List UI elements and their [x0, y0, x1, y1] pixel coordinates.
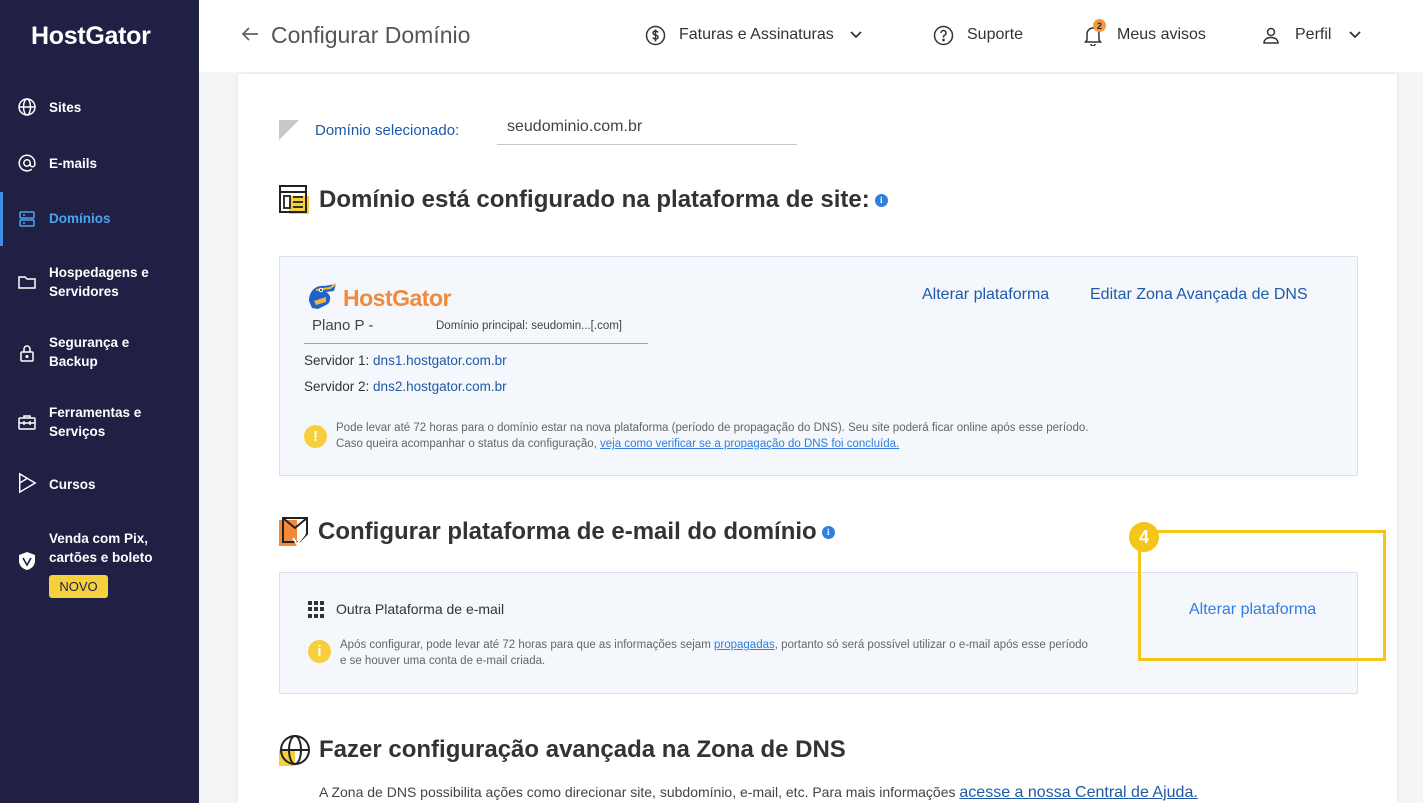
warning-icon: ! — [304, 425, 327, 448]
email-platform-name: Outra Plataforma de e-mail — [336, 601, 505, 617]
faturas-label: Faturas e Assinaturas — [679, 26, 834, 43]
sidebar-item-label: Cursos — [49, 477, 96, 492]
sidebar-item-seguranca[interactable]: Segurança e Backup — [0, 332, 199, 372]
arrow-left-icon[interactable] — [240, 24, 260, 50]
page-title: Configurar Domínio — [271, 22, 471, 48]
sidebar-item-label-line2: cartões e boleto — [49, 550, 153, 565]
info-icon[interactable]: i — [874, 193, 888, 207]
bell-icon: 2 — [1082, 19, 1106, 46]
domain-select-input[interactable] — [497, 109, 797, 145]
sidebar-item-label-line2: Backup — [49, 354, 98, 369]
email-note-line2: e se houver uma conta de e-mail criada. — [340, 655, 546, 667]
dns-zone-title: Fazer configuração avançada na Zona de D… — [319, 736, 846, 763]
site-platform-icon — [279, 184, 311, 216]
lock-icon — [17, 343, 37, 363]
email-platform-icon — [279, 516, 311, 548]
domain-selected-label: Domínio selecionado: — [315, 122, 460, 139]
info-icon[interactable]: i — [821, 525, 835, 539]
folder-icon — [17, 272, 37, 292]
perfil-label: Perfil — [1295, 26, 1332, 43]
alterar-plataforma-site-link[interactable]: Alterar plataforma — [922, 286, 1049, 304]
chevron-down-icon — [850, 31, 862, 39]
sidebar-item-label: E-mails — [49, 155, 98, 171]
avisos-label: Meus avisos — [1117, 26, 1206, 43]
email-platform-title-text: Configurar plataforma de e-mail do domín… — [318, 518, 817, 545]
suporte-link[interactable]: Suporte — [932, 24, 1023, 46]
server-1-label: Servidor 1: — [304, 353, 370, 368]
provider-name: HostGator — [343, 285, 451, 311]
server-2-row: Servidor 2: dns2.hostgator.com.br — [304, 379, 507, 394]
central-ajuda-link[interactable]: acesse a nossa Central de Ajuda. — [959, 784, 1197, 801]
grid-icon — [308, 601, 325, 618]
sidebar: HostGator Sites E-mails Domínios Hospeda… — [0, 0, 199, 803]
sidebar-item-venda-pix[interactable]: Venda com Pix, cartões e boleto — [0, 528, 199, 571]
globe-dns-icon — [279, 734, 311, 766]
server-icon — [17, 209, 37, 229]
warning-icon: i — [308, 640, 331, 663]
top-header: Configurar Domínio Faturas e Assinaturas… — [199, 0, 1423, 72]
dns-zone-description: A Zona de DNS possibilita ações como dir… — [319, 784, 1198, 802]
corner-triangle-icon — [279, 120, 299, 140]
sidebar-item-label: Sites — [49, 99, 82, 115]
shield-icon — [17, 551, 37, 571]
site-platform-title-text: Domínio está configurado na plataforma d… — [319, 186, 870, 213]
server-2-value: dns2.hostgator.com.br — [373, 379, 507, 394]
gator-mascot-icon — [306, 281, 340, 316]
note-line1: Pode levar até 72 horas para o domínio e… — [336, 422, 1089, 434]
email-note-prefix: Após configurar, pode levar até 72 horas… — [340, 639, 711, 651]
avisos-link[interactable]: 2 Meus avisos — [1082, 19, 1206, 46]
suporte-label: Suporte — [967, 26, 1024, 43]
at-icon — [17, 153, 37, 173]
plan-name: Plano P - — [312, 317, 374, 334]
server-1-row: Servidor 1: dns1.hostgator.com.br — [304, 353, 507, 368]
step-number-badge: 4 — [1129, 522, 1159, 552]
note-line2-prefix: Caso queira acompanhar o status da confi… — [336, 438, 597, 450]
email-note-suffix: , portanto só será possível utilizar o e… — [774, 639, 1088, 651]
sidebar-item-label-line1: Venda com Pix, — [49, 531, 149, 546]
sidebar-item-ferramentas[interactable]: Ferramentas e Serviços — [0, 402, 199, 442]
sidebar-item-label-line2: Servidores — [49, 284, 119, 299]
server-2-label: Servidor 2: — [304, 379, 370, 394]
propagadas-link[interactable]: propagadas — [714, 639, 775, 651]
help-circle-icon — [932, 24, 954, 46]
propagation-note: Pode levar até 72 horas para o domínio e… — [336, 420, 1088, 452]
chevron-down-icon — [1349, 31, 1362, 39]
site-platform-title: Domínio está configurado na plataforma d… — [319, 186, 888, 214]
sidebar-item-cursos[interactable]: Cursos — [0, 472, 199, 496]
dns-propagation-link[interactable]: veja como verificar se a propagação do D… — [600, 438, 899, 450]
hostgator-provider-logo: HostGator — [306, 281, 451, 316]
play-icon — [17, 472, 37, 494]
sidebar-item-label-line2: Serviços — [49, 424, 106, 439]
email-propagation-note: Após configurar, pode levar até 72 horas… — [340, 637, 1088, 669]
sidebar-item-label-line1: Ferramentas e — [49, 405, 142, 420]
notification-count: 2 — [1093, 19, 1106, 32]
sidebar-item-label: Domínios — [49, 211, 111, 226]
hostgator-logo[interactable]: HostGator — [31, 22, 151, 51]
server-1-value: dns1.hostgator.com.br — [373, 353, 507, 368]
sidebar-item-label-line1: Hospedagens e — [49, 265, 149, 280]
sidebar-item-hospedagens[interactable]: Hospedagens e Servidores — [0, 262, 199, 302]
faturas-menu[interactable]: Faturas e Assinaturas — [644, 24, 862, 46]
new-badge: NOVO — [49, 575, 108, 598]
globe-icon — [17, 97, 37, 117]
divider — [304, 343, 648, 344]
sidebar-item-emails[interactable]: E-mails — [0, 152, 199, 174]
perfil-menu[interactable]: Perfil — [1260, 24, 1362, 46]
step-highlight-box — [1138, 530, 1386, 661]
sidebar-item-dominios[interactable]: Domínios — [0, 192, 199, 246]
dollar-circle-icon — [644, 24, 666, 46]
main-domain-text: Domínio principal: seudomin...[.com] — [436, 320, 622, 332]
email-platform-title: Configurar plataforma de e-mail do domín… — [318, 518, 835, 546]
sidebar-item-sites[interactable]: Sites — [0, 96, 199, 118]
sidebar-item-label-line1: Segurança e — [49, 335, 130, 350]
dns-desc-text: A Zona de DNS possibilita ações como dir… — [319, 784, 956, 800]
editar-zona-dns-link[interactable]: Editar Zona Avançada de DNS — [1090, 286, 1308, 304]
toolbox-icon — [17, 412, 37, 432]
user-icon — [1260, 24, 1282, 46]
